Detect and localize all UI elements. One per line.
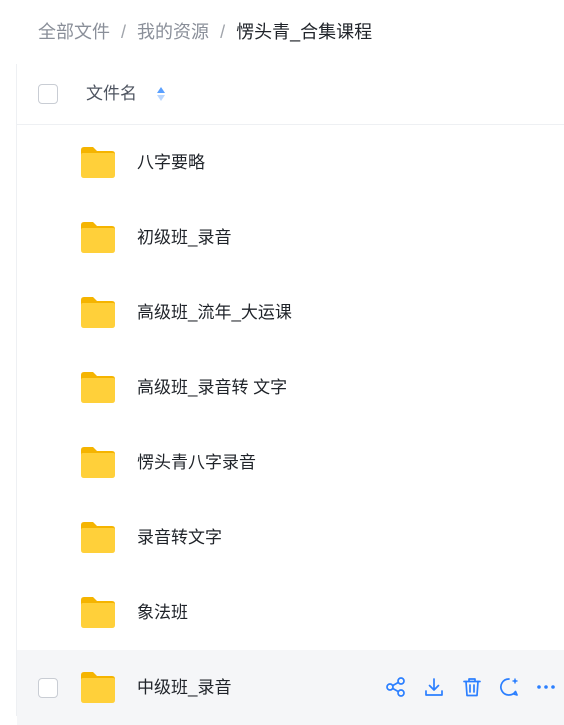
file-name[interactable]: 八字要略 — [137, 125, 205, 200]
folder-icon — [81, 297, 115, 328]
folder-icon — [81, 447, 115, 478]
list-item[interactable]: 高级班_流年_大运课 — [17, 275, 564, 350]
select-all-checkbox[interactable] — [38, 84, 58, 104]
file-name[interactable]: 高级班_流年_大运课 — [137, 275, 292, 350]
list-item[interactable]: 录音转文字 — [17, 500, 564, 575]
list-item[interactable]: 八字要略 — [17, 125, 564, 200]
file-name[interactable]: 象法班 — [137, 575, 188, 650]
sort-updown-icon[interactable] — [156, 84, 166, 104]
list-item-hovered[interactable]: 中级班_录音 — [17, 650, 564, 725]
breadcrumb-current-folder: 愣头青_合集课程 — [236, 22, 373, 42]
folder-icon — [81, 147, 115, 178]
file-list: 八字要略 初级班_录音 高级班_流年_大运课 高级班_录音转 文字 愣头青八字录… — [17, 125, 564, 725]
list-header: 文件名 — [17, 64, 564, 125]
delete-icon[interactable] — [461, 676, 483, 698]
ai-chat-icon[interactable] — [498, 676, 520, 698]
breadcrumb-separator: / — [220, 22, 226, 42]
folder-icon — [81, 222, 115, 253]
breadcrumb-all-files[interactable]: 全部文件 — [38, 22, 110, 42]
list-item[interactable]: 初级班_录音 — [17, 200, 564, 275]
list-item[interactable]: 高级班_录音转 文字 — [17, 350, 564, 425]
row-checkbox[interactable] — [38, 678, 58, 698]
folder-icon — [81, 372, 115, 403]
folder-icon — [81, 522, 115, 553]
folder-icon — [81, 672, 115, 703]
breadcrumb: 全部文件 / 我的资源 / 愣头青_合集课程 — [38, 20, 372, 44]
more-icon[interactable] — [535, 676, 557, 698]
file-name[interactable]: 录音转文字 — [137, 500, 222, 575]
file-name[interactable]: 高级班_录音转 文字 — [137, 350, 287, 425]
breadcrumb-my-resources[interactable]: 我的资源 — [137, 22, 209, 42]
file-name[interactable]: 中级班_录音 — [137, 650, 231, 725]
list-item[interactable]: 愣头青八字录音 — [17, 425, 564, 500]
folder-icon — [81, 597, 115, 628]
download-icon[interactable] — [423, 676, 445, 698]
file-name[interactable]: 愣头青八字录音 — [137, 425, 256, 500]
share-icon[interactable] — [385, 676, 407, 698]
column-header-filename[interactable]: 文件名 — [86, 82, 137, 106]
list-item[interactable]: 象法班 — [17, 575, 564, 650]
file-name[interactable]: 初级班_录音 — [137, 200, 231, 275]
breadcrumb-separator: / — [121, 22, 127, 42]
